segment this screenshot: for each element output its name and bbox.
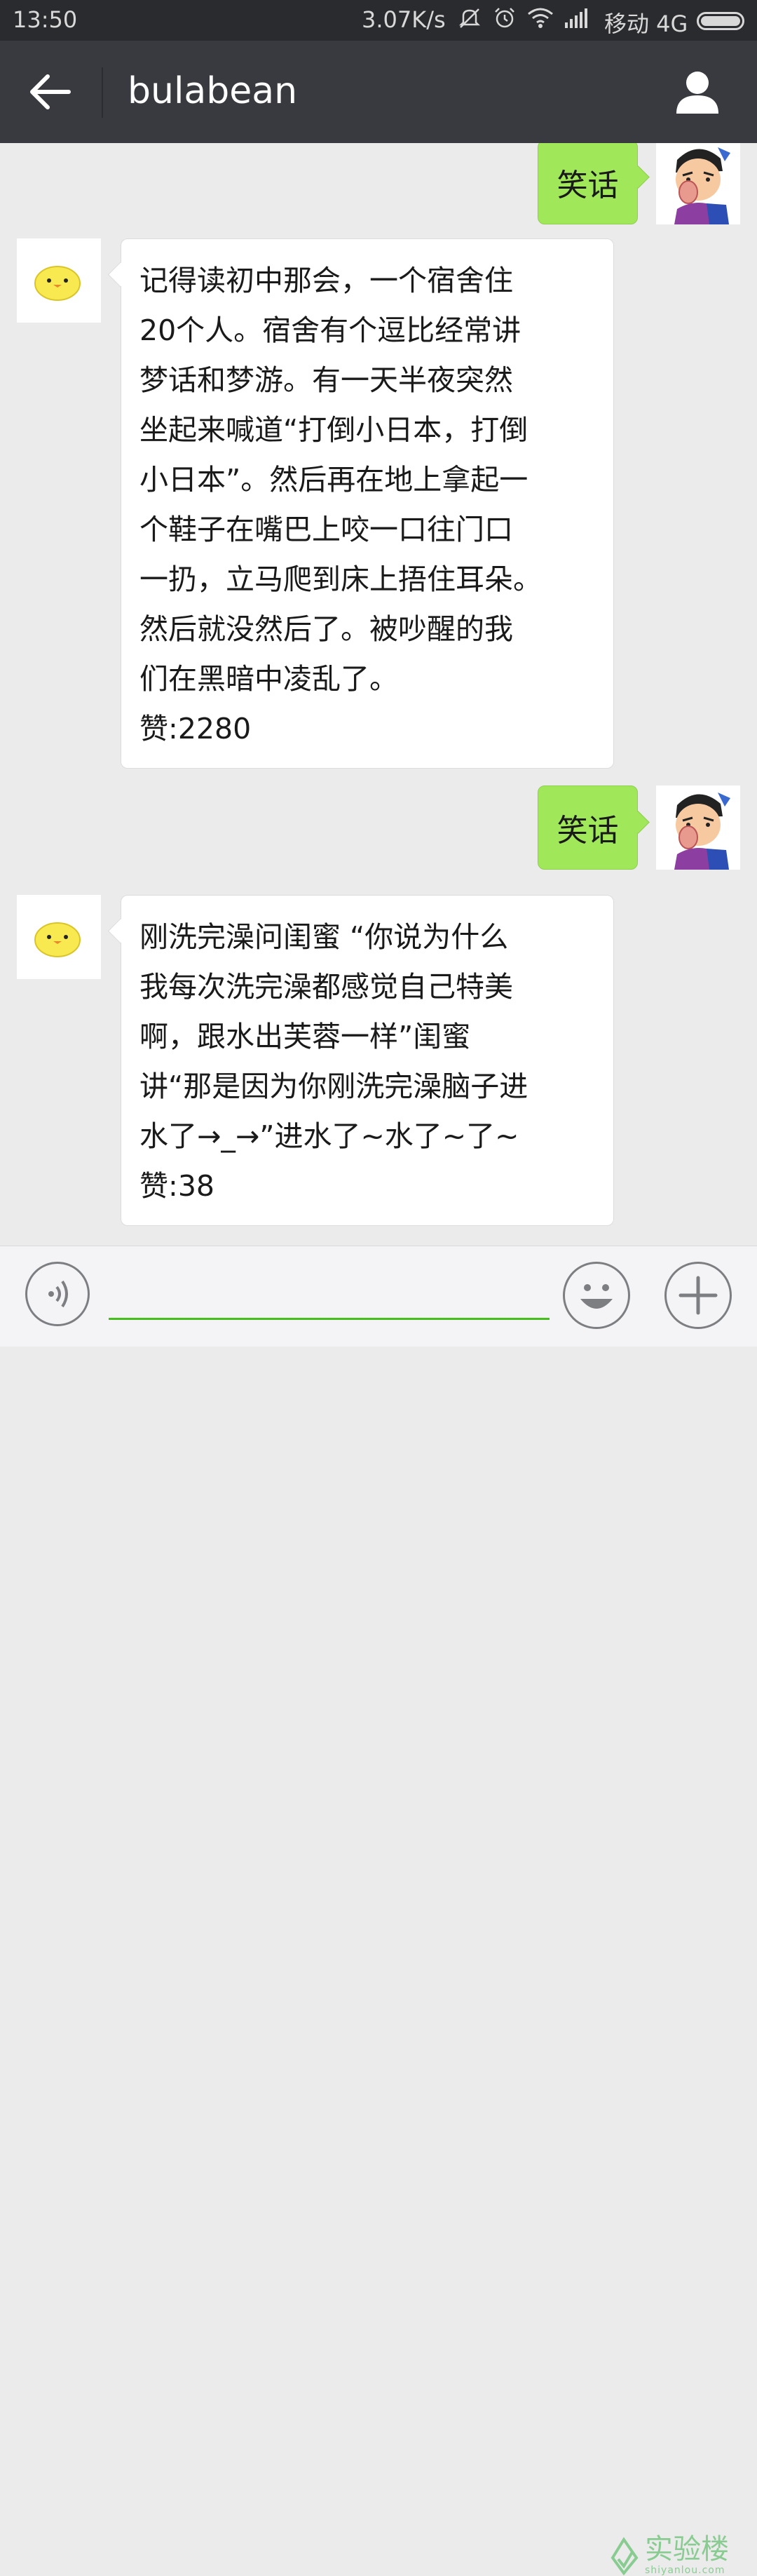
smiley-icon <box>580 1284 613 1309</box>
chat-area[interactable]: 笑话 记得读初中那会，一个宿舍住 20个人。宿舍有个逗比经常讲 梦话和梦游。有一… <box>0 143 757 1246</box>
like-count: 赞:2280 <box>139 712 252 746</box>
message-line: 坐起来喊道“打倒小日本，打倒 <box>139 413 528 447</box>
plus-icon <box>678 1276 718 1315</box>
message-line: 啊，跟水出芙蓉一样”闺蜜 <box>139 1020 471 1053</box>
wifi-icon <box>528 8 553 28</box>
my-avatar[interactable] <box>656 785 740 870</box>
status-network-speed: 3.07K/s <box>362 6 446 33</box>
message-input[interactable] <box>109 1274 550 1320</box>
contact-avatar[interactable] <box>17 895 101 979</box>
message-text: 笑话 <box>557 813 619 849</box>
message-line: 个鞋子在嘴巴上咬一口往门口 <box>139 513 513 546</box>
message-line: 们在黑暗中凌乱了。 <box>139 662 398 696</box>
input-bar: 实验楼 shiyanlou.com <box>0 1246 757 2576</box>
voice-icon <box>48 1280 68 1308</box>
sent-message-bubble[interactable]: 笑话 <box>538 143 638 224</box>
arrow-left-icon <box>30 74 71 109</box>
status-bar: 13:50 3.07K/s 移动 4G <box>0 0 757 41</box>
message-line: 我每次洗完澡都感觉自己特美 <box>139 970 513 1004</box>
voice-button[interactable] <box>25 1262 90 1326</box>
message-line: 记得读初中那会，一个宿舍住 <box>139 264 513 297</box>
signal-icon <box>565 8 587 28</box>
alarm-icon <box>495 8 514 28</box>
contact-avatar[interactable] <box>17 238 101 323</box>
like-count: 赞:38 <box>139 1169 214 1203</box>
watermark-text: 实验楼 shiyanlou.com <box>645 2534 729 2576</box>
received-message-bubble[interactable]: 记得读初中那会，一个宿舍住 20个人。宿舍有个逗比经常讲 梦话和梦游。有一天半夜… <box>121 238 614 769</box>
mute-icon <box>458 8 481 28</box>
profile-button[interactable] <box>673 69 722 115</box>
status-icons <box>457 6 592 31</box>
back-button[interactable] <box>27 69 76 115</box>
message-line: 一扔，立马爬到床上捂住耳朵。 <box>139 562 542 596</box>
message-line: 20个人。宿舍有个逗比经常讲 <box>139 313 521 347</box>
message-line: 讲“那是因为你刚洗完澡脑子进 <box>139 1070 528 1103</box>
my-avatar[interactable] <box>656 143 740 224</box>
more-button[interactable] <box>664 1262 732 1329</box>
message-line: 水了→_→”进水了~水了~了~ <box>139 1119 519 1153</box>
yellow-chick-avatar-icon <box>34 922 81 957</box>
cartoon-boy-avatar-icon <box>656 785 740 870</box>
yellow-chick-avatar-icon <box>34 266 81 301</box>
battery-icon <box>697 12 744 30</box>
sent-message-bubble[interactable]: 笑话 <box>538 785 638 870</box>
shiyanlou-watermark: 实验楼 shiyanlou.com <box>608 2534 729 2576</box>
person-icon <box>676 72 718 114</box>
status-time: 13:50 <box>13 6 78 33</box>
received-message-bubble[interactable]: 刚洗完澡问闺蜜 “你说为什么 我每次洗完澡都感觉自己特美 啊，跟水出芙蓉一样”闺… <box>121 895 614 1226</box>
cartoon-boy-avatar-icon <box>656 143 740 224</box>
page-title: bulabean <box>128 70 298 112</box>
emoji-button[interactable] <box>563 1262 630 1329</box>
watermark-sub-text: shiyanlou.com <box>645 2565 725 2576</box>
status-carrier: 移动 4G <box>604 11 688 37</box>
message-text: 笑话 <box>557 168 619 203</box>
title-bar: bulabean <box>0 41 757 143</box>
message-line: 梦话和梦游。有一天半夜突然 <box>139 363 513 397</box>
watermark-main-text: 实验楼 <box>645 2533 729 2565</box>
title-divider <box>102 67 103 118</box>
message-line: 然后就没然后了。被吵醒的我 <box>139 612 513 646</box>
message-line: 刚洗完澡问闺蜜 “你说为什么 <box>139 920 509 954</box>
message-line: 小日本”。然后再在地上拿起一 <box>139 463 528 497</box>
shiyanlou-logo-icon <box>611 2537 639 2576</box>
